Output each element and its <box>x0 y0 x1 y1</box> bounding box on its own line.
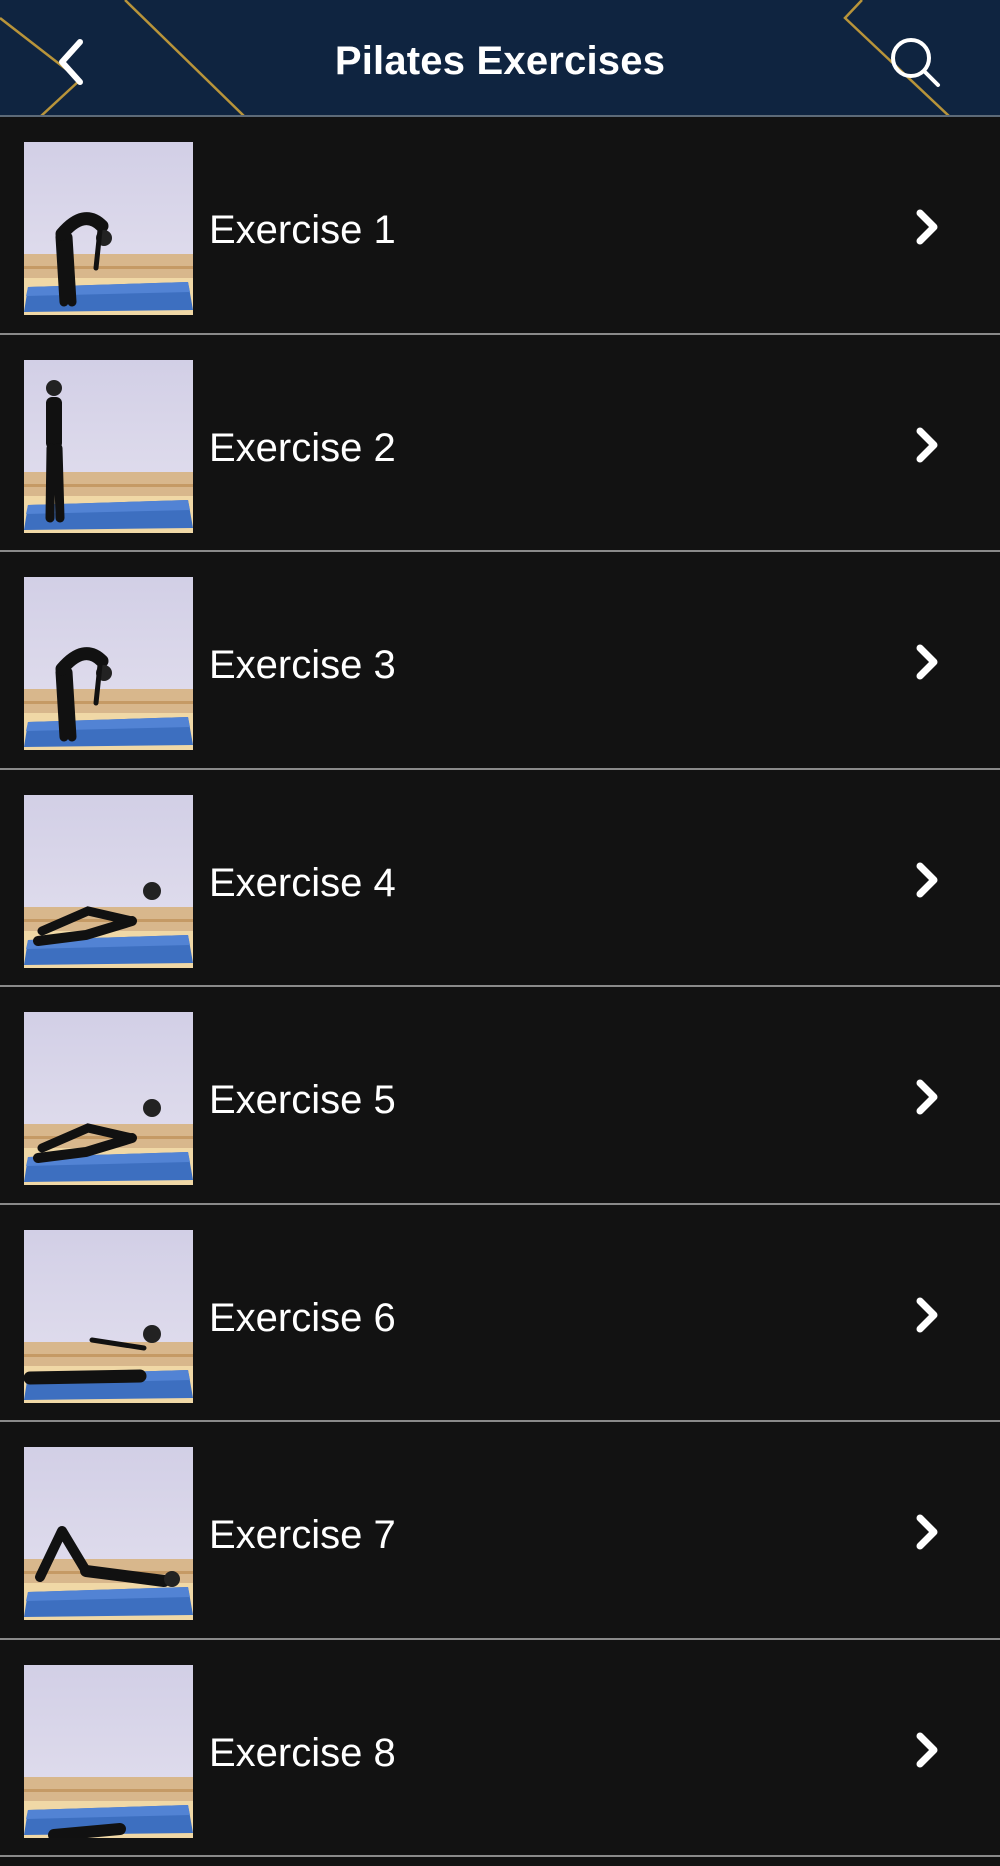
exercise-row[interactable]: Exercise 5 <box>0 987 1000 1205</box>
search-icon <box>891 38 940 87</box>
exercise-label: Exercise 8 <box>209 1730 396 1775</box>
exercise-row[interactable]: Exercise 3 <box>0 552 1000 770</box>
exercise-label: Exercise 4 <box>209 860 396 905</box>
exercise-thumbnail <box>24 1664 193 1838</box>
chevron-right-icon <box>916 862 938 897</box>
chevron-right-icon <box>916 1297 938 1332</box>
exercise-label: Exercise 2 <box>209 425 396 470</box>
exercise-row[interactable]: Exercise 6 <box>0 1205 1000 1422</box>
chevron-right-icon <box>916 209 938 245</box>
exercise-row[interactable]: Exercise 7 <box>0 1422 1000 1640</box>
search-button[interactable] <box>870 22 960 102</box>
exercise-list: Exercise 1 Exercise 2 Exercise 3 Exercise 4… <box>0 117 1000 1857</box>
navigation-bar: Pilates Exercises <box>0 0 1000 117</box>
exercise-thumbnail <box>24 1447 193 1620</box>
chevron-right-icon <box>916 1732 938 1767</box>
exercise-thumbnail <box>24 359 193 533</box>
exercise-label: Exercise 1 <box>209 208 396 252</box>
exercise-thumbnail <box>24 1229 193 1403</box>
chevron-right-icon <box>916 427 938 462</box>
exercise-row[interactable]: Exercise 4 <box>0 770 1000 987</box>
chevron-right-icon <box>916 1079 938 1115</box>
chevron-right-icon <box>916 1514 938 1550</box>
exercise-thumbnail <box>24 794 193 968</box>
exercise-label: Exercise 6 <box>209 1295 396 1340</box>
chevron-right-icon <box>916 644 938 680</box>
exercise-label: Exercise 3 <box>209 643 396 687</box>
exercise-thumbnail <box>24 142 193 315</box>
exercise-row[interactable]: Exercise 8 <box>0 1640 1000 1857</box>
exercise-thumbnail <box>24 1012 193 1185</box>
disclosure-chevron <box>908 203 944 251</box>
exercise-label: Exercise 5 <box>209 1078 396 1122</box>
exercise-row[interactable]: Exercise 2 <box>0 335 1000 552</box>
exercise-thumbnail <box>24 577 193 750</box>
exercise-label: Exercise 7 <box>209 1513 396 1557</box>
disclosure-chevron <box>908 1073 944 1121</box>
disclosure-chevron <box>908 1291 944 1339</box>
disclosure-chevron <box>908 856 944 904</box>
disclosure-chevron <box>908 1726 944 1774</box>
page-title: Pilates Exercises <box>334 39 666 83</box>
disclosure-chevron <box>908 1508 944 1556</box>
exercise-row[interactable]: Exercise 1 <box>0 117 1000 335</box>
disclosure-chevron <box>908 421 944 469</box>
disclosure-chevron <box>908 638 944 686</box>
